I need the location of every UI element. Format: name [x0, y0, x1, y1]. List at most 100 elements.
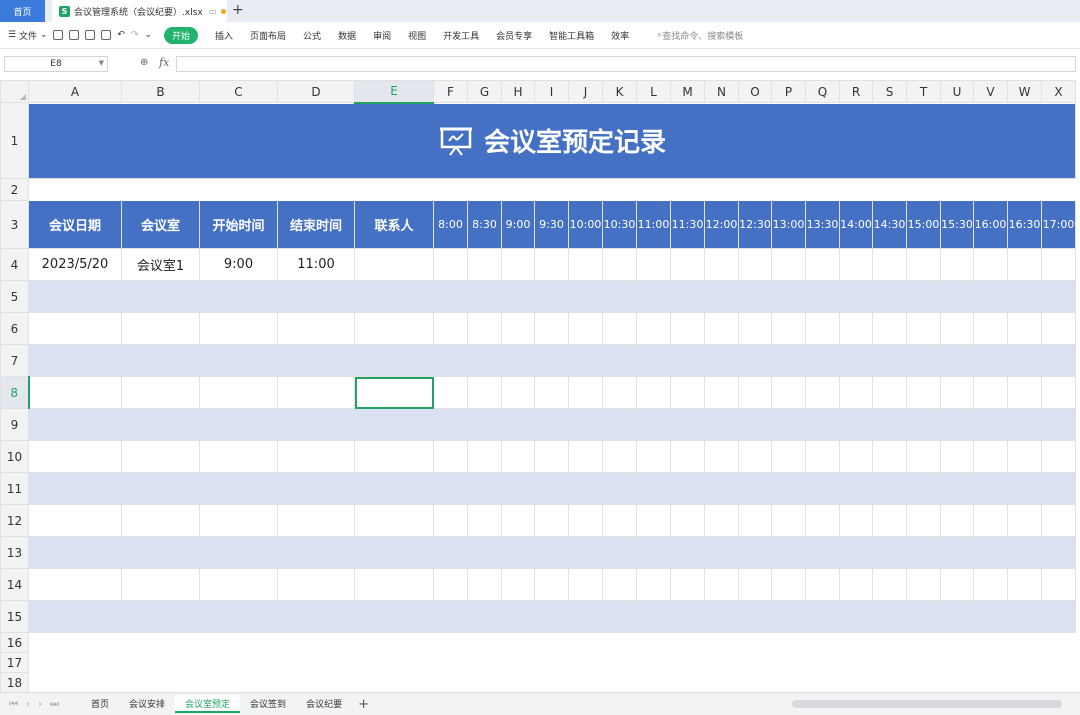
cell-v2[interactable] — [973, 178, 1008, 201]
cell-k5[interactable] — [602, 280, 637, 313]
cell-d6[interactable] — [277, 312, 355, 345]
cell-u9[interactable] — [940, 408, 974, 441]
cell-l13[interactable] — [636, 536, 671, 569]
cell-u18[interactable] — [940, 672, 974, 692]
cell-u12[interactable] — [940, 504, 974, 537]
column-header-o[interactable]: O — [738, 80, 772, 103]
column-header-a[interactable]: A — [28, 80, 122, 103]
cell-s8[interactable] — [872, 376, 907, 409]
cell-d18[interactable] — [277, 672, 355, 692]
cell-e5[interactable] — [354, 280, 434, 313]
cell-o10[interactable] — [738, 440, 772, 473]
row-header-14[interactable]: 14 — [0, 568, 29, 601]
cell-k18[interactable] — [602, 672, 637, 692]
cell-f9[interactable] — [433, 408, 468, 441]
cell-v7[interactable] — [973, 344, 1008, 377]
cell-w17[interactable] — [1007, 652, 1042, 673]
cell-v13[interactable] — [973, 536, 1008, 569]
cell-x5[interactable] — [1041, 280, 1076, 313]
cell-k16[interactable] — [602, 632, 637, 653]
cell-f12[interactable] — [433, 504, 468, 537]
column-header-n[interactable]: N — [704, 80, 739, 103]
cell-n14[interactable] — [704, 568, 739, 601]
cell-r9[interactable] — [839, 408, 873, 441]
menu-insert[interactable]: 插入 — [215, 29, 233, 42]
cell-o14[interactable] — [738, 568, 772, 601]
column-header-s[interactable]: S — [872, 80, 907, 103]
cell-l11[interactable] — [636, 472, 671, 505]
cell-q9[interactable] — [805, 408, 840, 441]
column-header-f[interactable]: F — [433, 80, 468, 103]
cell-g6[interactable] — [467, 312, 502, 345]
cell-j17[interactable] — [568, 652, 603, 673]
cell-l5[interactable] — [636, 280, 671, 313]
cell-h5[interactable] — [501, 280, 535, 313]
cell-g12[interactable] — [467, 504, 502, 537]
cell-x4[interactable] — [1041, 248, 1076, 281]
cell-x16[interactable] — [1041, 632, 1076, 653]
cell-g9[interactable] — [467, 408, 502, 441]
time-header-9[interactable]: 12:00 — [704, 200, 739, 249]
cell-s12[interactable] — [872, 504, 907, 537]
cell-l15[interactable] — [636, 600, 671, 633]
cell-h18[interactable] — [501, 672, 535, 692]
cell-b6[interactable] — [121, 312, 200, 345]
cell-s15[interactable] — [872, 600, 907, 633]
cell-v15[interactable] — [973, 600, 1008, 633]
cell-u13[interactable] — [940, 536, 974, 569]
cell-p16[interactable] — [771, 632, 806, 653]
row-header-3[interactable]: 3 — [0, 200, 29, 249]
cell-d5[interactable] — [277, 280, 355, 313]
cell-t13[interactable] — [906, 536, 941, 569]
cell-b12[interactable] — [121, 504, 200, 537]
cell-c15[interactable] — [199, 600, 278, 633]
header-cell-4[interactable]: 结束时间 — [277, 200, 355, 249]
cell-a12[interactable] — [28, 504, 122, 537]
time-header-17[interactable]: 16:00 — [973, 200, 1008, 249]
cell-l12[interactable] — [636, 504, 671, 537]
cell-u14[interactable] — [940, 568, 974, 601]
cell-a8[interactable] — [28, 376, 122, 409]
sheet-title-cell[interactable]: 会议室预定记录 — [28, 102, 1076, 179]
cell-g13[interactable] — [467, 536, 502, 569]
cell-b7[interactable] — [121, 344, 200, 377]
cell-o13[interactable] — [738, 536, 772, 569]
cell-c7[interactable] — [199, 344, 278, 377]
menu-member[interactable]: 会员专享 — [496, 29, 532, 42]
new-tab-icon[interactable]: + — [232, 2, 244, 18]
time-header-3[interactable]: 9:00 — [501, 200, 535, 249]
cell-n9[interactable] — [704, 408, 739, 441]
cell-f14[interactable] — [433, 568, 468, 601]
menu-page-layout[interactable]: 页面布局 — [250, 29, 286, 42]
cell-w2[interactable] — [1007, 178, 1042, 201]
row-header-2[interactable]: 2 — [0, 178, 29, 201]
cell-x7[interactable] — [1041, 344, 1076, 377]
cell-a7[interactable] — [28, 344, 122, 377]
column-header-t[interactable]: T — [906, 80, 941, 103]
export-icon[interactable] — [69, 30, 80, 40]
cell-c17[interactable] — [199, 652, 278, 673]
cell-f11[interactable] — [433, 472, 468, 505]
cell-p8[interactable] — [771, 376, 806, 409]
cell-e7[interactable] — [354, 344, 434, 377]
cell-f10[interactable] — [433, 440, 468, 473]
cell-m8[interactable] — [670, 376, 705, 409]
cell-q7[interactable] — [805, 344, 840, 377]
cell-o8[interactable] — [738, 376, 772, 409]
cell-e8[interactable] — [354, 376, 434, 409]
cell-l8[interactable] — [636, 376, 671, 409]
cell-a5[interactable] — [28, 280, 122, 313]
sheet-tab-2[interactable]: 会议安排 — [119, 695, 175, 711]
cell-q18[interactable] — [805, 672, 840, 692]
cell-f15[interactable] — [433, 600, 468, 633]
cell-n4[interactable] — [704, 248, 739, 281]
cell-t16[interactable] — [906, 632, 941, 653]
sheet-tab-4[interactable]: 会议签到 — [240, 695, 296, 711]
time-header-14[interactable]: 14:30 — [872, 200, 907, 249]
cell-g4[interactable] — [467, 248, 502, 281]
cell-f16[interactable] — [433, 632, 468, 653]
time-header-19[interactable]: 17:00 — [1041, 200, 1076, 249]
cell-j16[interactable] — [568, 632, 603, 653]
monitor-icon[interactable]: ▭ — [209, 7, 217, 16]
cell-x14[interactable] — [1041, 568, 1076, 601]
